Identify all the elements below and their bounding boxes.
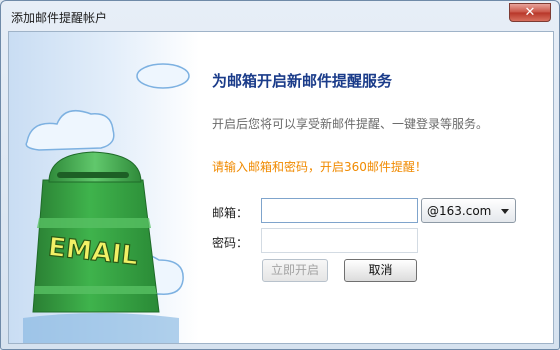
close-button[interactable]: ✕ — [509, 3, 551, 22]
domain-select-value: @163.com — [427, 204, 492, 218]
close-icon: ✕ — [524, 5, 536, 20]
domain-select[interactable]: @163.com — [421, 198, 516, 223]
password-input[interactable] — [261, 228, 418, 253]
page-heading: 为邮箱开启新邮件提醒服务 — [212, 72, 393, 90]
email-input[interactable] — [261, 198, 418, 223]
window-title: 添加邮件提醒帐户 — [11, 11, 108, 25]
password-label: 密码： — [212, 236, 249, 250]
instruction-text: 请输入邮箱和密码，开启360邮件提醒！ — [212, 160, 427, 174]
email-label: 邮箱： — [212, 206, 249, 220]
dialog-window: 添加邮件提醒帐户 ✕ EMAIL 为邮箱开启新邮件提醒服务 开启后您将可以享受新… — [0, 0, 560, 350]
title-bar[interactable]: 添加邮件提醒帐户 ✕ — [1, 1, 559, 31]
dialog-content: EMAIL 为邮箱开启新邮件提醒服务 开启后您将可以享受新邮件提醒、一键登录等服… — [8, 31, 554, 344]
mailbox-icon: EMAIL — [23, 63, 190, 343]
cancel-button[interactable]: 取消 — [344, 259, 417, 282]
description-text: 开启后您将可以享受新邮件提醒、一键登录等服务。 — [212, 117, 489, 131]
open-now-button[interactable]: 立即开启 — [262, 259, 328, 282]
chevron-down-icon — [501, 209, 509, 214]
mailbox-illustration: EMAIL — [9, 32, 199, 343]
